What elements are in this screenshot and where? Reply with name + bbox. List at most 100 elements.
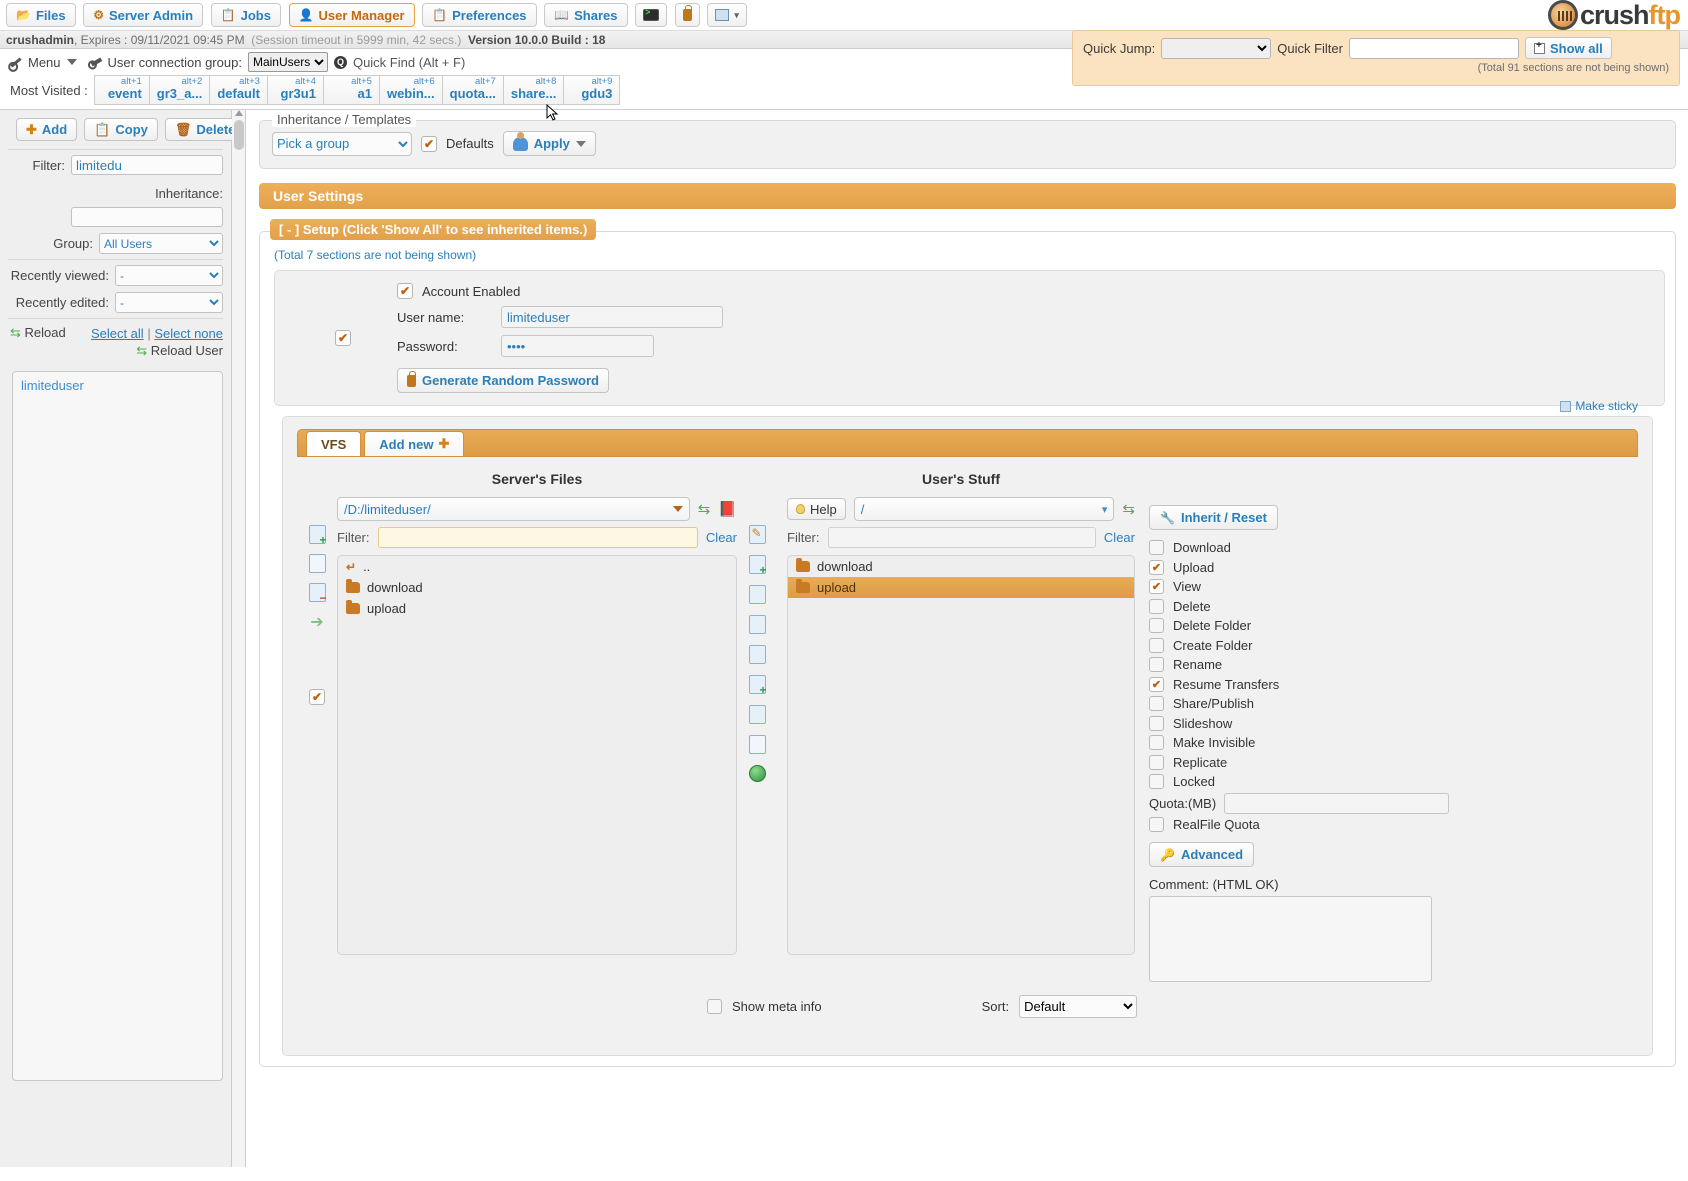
user-path-select[interactable]: / ▾ <box>853 497 1115 521</box>
select-all-link[interactable]: Select all <box>91 326 144 341</box>
left-panel-scrollbar[interactable] <box>232 110 246 1167</box>
quick-filter-input[interactable] <box>1348 37 1519 59</box>
sort-select[interactable]: Default <box>1019 995 1138 1018</box>
edit-icon[interactable] <box>748 525 766 544</box>
setup-section-toggle[interactable]: [ - ] Setup (Click 'Show All' to see inh… <box>270 219 597 240</box>
add-vfs-item-icon[interactable] <box>308 525 327 547</box>
locked-checkbox[interactable] <box>1149 774 1164 790</box>
list-item-up[interactable]: ↵.. <box>338 556 736 577</box>
make-sticky-button[interactable]: Make sticky <box>1560 399 1638 413</box>
chevron-down-icon[interactable] <box>575 140 586 147</box>
book-icon[interactable]: 📕 <box>718 500 737 518</box>
refresh-icon[interactable]: ⇆ <box>698 500 711 518</box>
list-item[interactable]: limiteduser <box>21 378 214 393</box>
help-button[interactable]: Help <box>787 498 846 520</box>
list-item-selected[interactable]: upload <box>788 577 1134 598</box>
apply-button[interactable]: Apply <box>502 131 596 156</box>
add-folder-icon[interactable] <box>748 555 767 577</box>
permission-row-upload[interactable]: Upload <box>1149 558 1449 578</box>
server-filter-input[interactable] <box>377 527 698 548</box>
nav-tab-files[interactable]: 📂 Files <box>6 3 76 27</box>
password-input[interactable] <box>501 335 654 357</box>
tab-add-new[interactable]: Add new ✚ <box>364 431 465 456</box>
recently-viewed-select[interactable]: - <box>115 265 223 286</box>
chevron-down-icon[interactable] <box>66 59 77 65</box>
list-item[interactable]: download <box>788 556 1134 577</box>
show-all-button[interactable]: Show all <box>1524 37 1612 59</box>
globe-icon[interactable] <box>748 765 766 782</box>
connection-group-select[interactable]: MainUsers <box>247 52 328 72</box>
make-invisible-checkbox[interactable] <box>1149 735 1164 751</box>
permission-row-download[interactable]: Download <box>1149 538 1449 558</box>
move-right-arrow-icon[interactable]: ➔ <box>310 612 323 632</box>
user-file-list[interactable]: download upload <box>787 555 1135 955</box>
reload-button[interactable]: Reload <box>25 325 66 340</box>
permission-row-replicate[interactable]: Replicate <box>1149 753 1449 773</box>
account-enabled-checkbox[interactable] <box>397 283 413 299</box>
rename-checkbox[interactable] <box>1149 657 1164 673</box>
nav-tab-shares[interactable]: 📖 Shares <box>544 3 628 27</box>
quick-find-label[interactable]: Quick Find (Alt + F) <box>353 55 465 70</box>
select-none-link[interactable]: Select none <box>154 326 223 341</box>
add-item-icon[interactable] <box>748 675 767 697</box>
server-file-list[interactable]: ↵.. download upload <box>337 555 737 955</box>
nav-tab-preferences[interactable]: 📋 Preferences <box>422 3 537 27</box>
pick-group-select[interactable]: Pick a group <box>272 131 412 156</box>
username-input[interactable] <box>501 306 723 328</box>
permission-row-slideshow[interactable]: Slideshow <box>1149 714 1449 734</box>
slideshow-checkbox[interactable] <box>1149 715 1164 731</box>
copy-icon[interactable] <box>748 615 766 634</box>
reload-user-button[interactable]: Reload User <box>151 343 223 358</box>
advanced-button[interactable]: 🔑 Advanced <box>1149 842 1255 867</box>
create-folder-checkbox[interactable] <box>1149 637 1164 653</box>
scroll-up-arrow-icon[interactable] <box>235 110 243 116</box>
upload-checkbox[interactable] <box>1149 559 1164 575</box>
account-section-checkbox[interactable] <box>335 330 351 346</box>
generate-random-password-button[interactable]: Generate Random Password <box>397 368 609 393</box>
document-icon[interactable] <box>748 645 766 664</box>
delete-checkbox[interactable] <box>1149 598 1164 614</box>
nav-tab-jobs[interactable]: 📋 Jobs <box>210 3 281 27</box>
list-item[interactable]: upload <box>338 598 736 619</box>
permission-row-make-invisible[interactable]: Make Invisible <box>1149 733 1449 753</box>
edit-vfs-item-icon[interactable] <box>308 554 326 573</box>
add-button[interactable]: ✚ Add <box>16 118 78 141</box>
most-visited-item[interactable]: alt+4 gr3u1 <box>267 75 324 105</box>
menu-button[interactable]: Menu <box>28 55 61 70</box>
resume-transfers-checkbox[interactable] <box>1149 676 1164 692</box>
copy-button[interactable]: 📋 Copy <box>84 118 158 141</box>
lock-button[interactable] <box>674 3 700 27</box>
permission-row-locked[interactable]: Locked <box>1149 772 1449 792</box>
permission-row-delete-folder[interactable]: Delete Folder <box>1149 616 1449 636</box>
permission-row-realfile-quota[interactable]: RealFile Quota <box>1149 815 1449 835</box>
most-visited-item[interactable]: alt+8 share... <box>503 75 565 105</box>
replicate-checkbox[interactable] <box>1149 754 1164 770</box>
inherit-reset-button[interactable]: 🔧 Inherit / Reset <box>1149 505 1278 530</box>
most-visited-item[interactable]: alt+7 quota... <box>442 75 504 105</box>
most-visited-item[interactable]: alt+2 gr3_a... <box>149 75 211 105</box>
defaults-checkbox[interactable] <box>421 135 437 152</box>
most-visited-item[interactable]: alt+3 default <box>210 75 268 105</box>
view-checkbox[interactable] <box>1149 579 1164 595</box>
scrollbar-thumb[interactable] <box>234 120 244 150</box>
link-icon[interactable] <box>748 705 766 724</box>
remove-vfs-item-icon[interactable] <box>308 583 327 605</box>
user-filter-clear-link[interactable]: Clear <box>1104 530 1135 545</box>
permission-row-delete[interactable]: Delete <box>1149 597 1449 617</box>
user-list[interactable]: limiteduser <box>12 371 223 1081</box>
server-files-select-checkbox[interactable] <box>309 689 325 705</box>
inheritance-input[interactable] <box>71 207 223 227</box>
show-meta-info-checkbox[interactable] <box>707 999 722 1014</box>
most-visited-item[interactable]: alt+1 event <box>93 75 150 105</box>
paste-icon[interactable] <box>748 735 766 754</box>
permission-row-rename[interactable]: Rename <box>1149 655 1449 675</box>
comment-textarea[interactable] <box>1149 896 1432 982</box>
permission-row-view[interactable]: View <box>1149 577 1449 597</box>
server-filter-clear-link[interactable]: Clear <box>706 530 737 545</box>
group-select[interactable]: All Users <box>99 233 223 254</box>
permission-row-create-folder[interactable]: Create Folder <box>1149 636 1449 656</box>
permission-row-resume-transfers[interactable]: Resume Transfers <box>1149 675 1449 695</box>
share-publish-checkbox[interactable] <box>1149 696 1164 712</box>
realfile-quota-checkbox[interactable] <box>1149 816 1164 832</box>
terminal-button[interactable] <box>635 3 668 27</box>
